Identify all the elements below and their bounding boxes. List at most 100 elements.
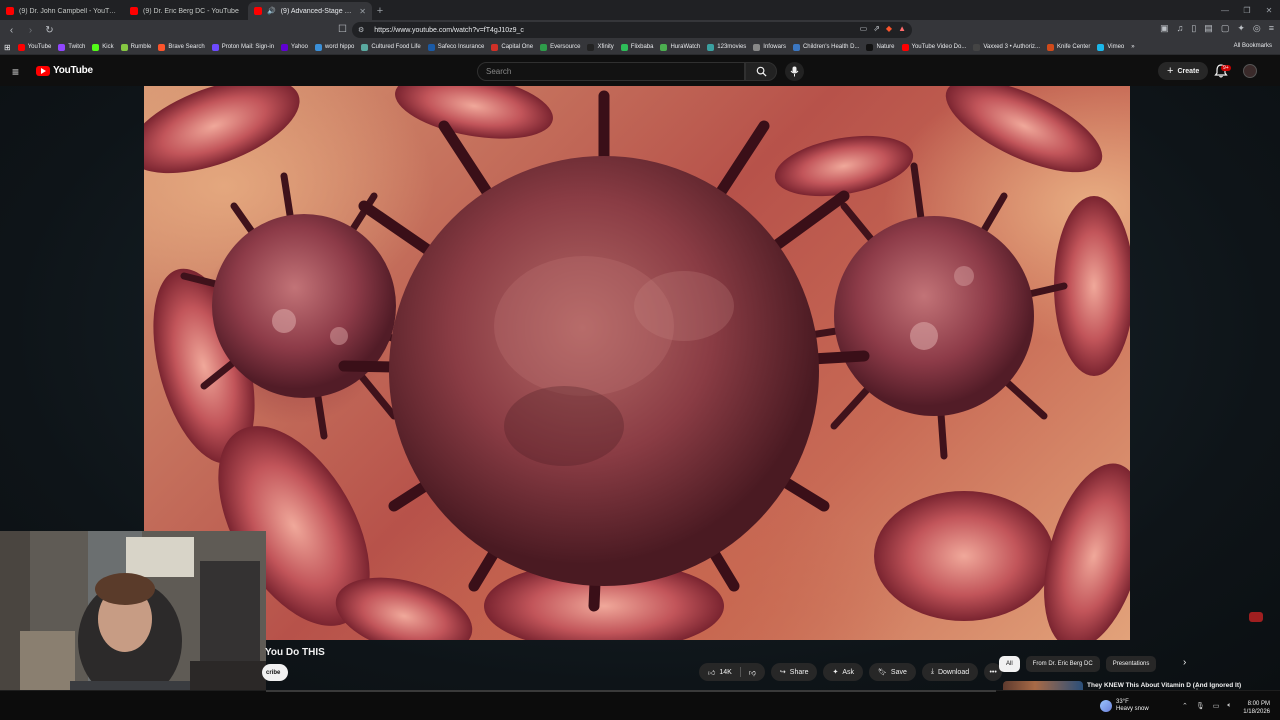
create-button[interactable]: + Create bbox=[1158, 62, 1209, 80]
apps-icon[interactable]: ⊞ bbox=[4, 43, 11, 52]
close-tab-icon[interactable]: ✕ bbox=[359, 7, 366, 16]
youtube-favicon-icon bbox=[6, 7, 14, 15]
share-page-icon[interactable]: ⇗ bbox=[873, 24, 880, 33]
bookmark-item[interactable]: Kick bbox=[92, 43, 114, 51]
video-progress-bar[interactable] bbox=[266, 690, 996, 692]
bookmark-item[interactable]: 123movies bbox=[707, 43, 746, 51]
ask-button[interactable]: ✦ Ask bbox=[823, 663, 864, 681]
microphone-tray-icon[interactable]: 🎙︎ bbox=[1196, 702, 1205, 710]
sidebar-icon[interactable]: ▯ bbox=[1191, 23, 1196, 34]
leo-icon[interactable]: ✦ bbox=[1237, 23, 1245, 34]
bookmark-item[interactable]: word hippo bbox=[314, 43, 354, 51]
search-input[interactable]: Search bbox=[477, 62, 745, 81]
address-bar[interactable]: ☐ ⚙ https://www.youtube.com/watch?v=fT4g… bbox=[338, 22, 912, 38]
search-button[interactable] bbox=[745, 62, 777, 81]
browser-toolbar-right: ▣ ♫ ▯ ▤ ▢ ✦ ◎ ≡ bbox=[1160, 23, 1274, 34]
account-avatar[interactable] bbox=[1243, 64, 1257, 78]
bookmark-item[interactable]: HuraWatch bbox=[660, 43, 700, 51]
bookmark-item[interactable]: Capital One bbox=[491, 43, 533, 51]
bookmark-favicon-icon bbox=[792, 43, 800, 51]
media-icon[interactable]: ♫ bbox=[1177, 23, 1184, 34]
weather-widget[interactable]: 33°F Heavy snow bbox=[1100, 699, 1149, 713]
bookmark-favicon-icon bbox=[281, 43, 289, 51]
bookmark-label: Knife Center bbox=[1057, 44, 1091, 50]
share-button[interactable]: ↪ Share bbox=[770, 663, 818, 681]
bookmark-item[interactable]: Infowars bbox=[753, 43, 786, 51]
bookmark-item[interactable]: Twitch bbox=[58, 43, 86, 51]
sparkle-icon: ✦ bbox=[832, 669, 839, 676]
volume-icon[interactable]: 🔈︎ bbox=[1227, 702, 1231, 710]
site-info-icon[interactable]: ⚙ bbox=[358, 26, 364, 34]
wallet-icon[interactable]: ▢ bbox=[1221, 23, 1230, 34]
bookmark-item[interactable]: Flixbaba bbox=[620, 43, 653, 51]
bookmark-item[interactable]: Vimeo bbox=[1097, 43, 1124, 51]
youtube-favicon-icon bbox=[254, 7, 262, 15]
chip-all[interactable]: All bbox=[999, 656, 1020, 672]
bookmark-item[interactable]: Knife Center bbox=[1047, 43, 1091, 51]
system-clock[interactable]: 8:00 PM 1/18/2026 bbox=[1238, 700, 1270, 716]
like-button[interactable]: 👍︎ 14K 👎︎ bbox=[699, 663, 765, 681]
download-label: Download bbox=[937, 668, 970, 676]
download-icon: ⤓ bbox=[930, 668, 934, 675]
bookmark-item[interactable]: Yahoo bbox=[281, 43, 308, 51]
speaker-icon: 🔊 bbox=[267, 8, 276, 15]
bookmark-label: Kick bbox=[102, 44, 114, 50]
bookmark-item[interactable]: YouTube bbox=[17, 43, 51, 51]
vpn-icon[interactable]: ◎ bbox=[1253, 23, 1261, 34]
bookmark-label: Twitch bbox=[68, 44, 86, 50]
download-button[interactable]: ⤓ Download bbox=[921, 663, 979, 681]
bookmark-favicon-icon bbox=[314, 43, 322, 51]
reload-icon[interactable]: ↻ bbox=[42, 23, 57, 38]
save-label: Save bbox=[890, 668, 907, 676]
bookmark-item[interactable]: Proton Mail: Sign-in bbox=[211, 43, 274, 51]
bookmark-icon[interactable]: ☐ bbox=[338, 24, 347, 35]
more-bookmarks-icon[interactable]: » bbox=[1131, 44, 1134, 50]
related-filter-chips: All From Dr. Eric Berg DC Presentations bbox=[999, 656, 1157, 672]
clock-date: 1/18/2026 bbox=[1243, 709, 1270, 715]
brave-shield-icon[interactable]: ◆ bbox=[886, 24, 892, 33]
os-taskbar bbox=[0, 690, 1280, 720]
youtube-watermark-icon bbox=[1249, 612, 1263, 622]
chip-presentations[interactable]: Presentations bbox=[1105, 656, 1157, 672]
bookmark-item[interactable]: Vaxxed 3 • Authoriz... bbox=[973, 43, 1040, 51]
voice-search-button[interactable] bbox=[785, 62, 804, 81]
all-bookmarks-folder[interactable]: All Bookmarks bbox=[1234, 43, 1272, 49]
bookmark-item[interactable]: Children's Health D... bbox=[792, 43, 859, 51]
bookmark-item[interactable]: Xfinity bbox=[587, 43, 614, 51]
youtube-favicon-icon bbox=[130, 7, 138, 15]
bookmark-item[interactable]: Eversource bbox=[540, 43, 580, 51]
back-icon[interactable]: ‹ bbox=[4, 23, 19, 38]
bookmark-item[interactable]: Brave Search bbox=[158, 43, 205, 51]
browser-tab[interactable]: (9) Dr. John Campbell - YouTube bbox=[0, 2, 124, 20]
video-player[interactable] bbox=[144, 86, 1130, 640]
bookmark-item[interactable]: Safeco Insurance bbox=[427, 43, 484, 51]
cast-icon[interactable]: ▭ bbox=[860, 24, 868, 33]
save-button[interactable]: 🔖︎ Save bbox=[869, 663, 916, 681]
chevron-up-icon[interactable]: ⌃ bbox=[1182, 702, 1188, 710]
close-window-icon[interactable]: ✕ bbox=[1258, 0, 1280, 20]
like-divider bbox=[739, 667, 741, 677]
network-icon[interactable]: ▭ bbox=[1213, 702, 1220, 710]
video-title: You Do THIS bbox=[265, 647, 325, 658]
extensions-icon[interactable]: ▣ bbox=[1160, 23, 1169, 34]
tab-search-icon[interactable]: ▤ bbox=[1204, 23, 1213, 34]
minimize-icon[interactable]: — bbox=[1214, 0, 1236, 20]
chevron-right-icon[interactable]: › bbox=[1183, 657, 1186, 668]
restore-icon[interactable]: ❐ bbox=[1236, 0, 1258, 20]
bookmark-item[interactable]: Nature bbox=[866, 43, 895, 51]
subscribe-button[interactable]: cribe bbox=[262, 664, 289, 681]
rewards-icon[interactable]: ▲ bbox=[898, 24, 906, 33]
chip-from-channel[interactable]: From Dr. Eric Berg DC bbox=[1025, 656, 1100, 672]
forward-icon[interactable]: › bbox=[23, 23, 38, 38]
bookmark-item[interactable]: YouTube Video Do... bbox=[901, 43, 967, 51]
bookmark-label: YouTube Video Do... bbox=[911, 44, 967, 50]
browser-tab[interactable]: (9) Dr. Eric Berg DC - YouTube bbox=[124, 2, 248, 20]
new-tab-button[interactable]: + bbox=[372, 2, 388, 20]
browser-tab-active[interactable]: 🔊 (9) Advanced-Stage Colon Ca ✕ bbox=[248, 2, 372, 20]
bookmark-item[interactable]: Rumble bbox=[120, 43, 151, 51]
hamburger-menu-icon[interactable]: ≡ bbox=[12, 65, 19, 79]
youtube-logo[interactable]: YouTube bbox=[36, 65, 93, 76]
menu-icon[interactable]: ≡ bbox=[1269, 23, 1274, 34]
bookmark-item[interactable]: Cultured Food Life bbox=[361, 43, 421, 51]
thumbs-down-icon[interactable]: 👎︎ bbox=[749, 668, 756, 677]
